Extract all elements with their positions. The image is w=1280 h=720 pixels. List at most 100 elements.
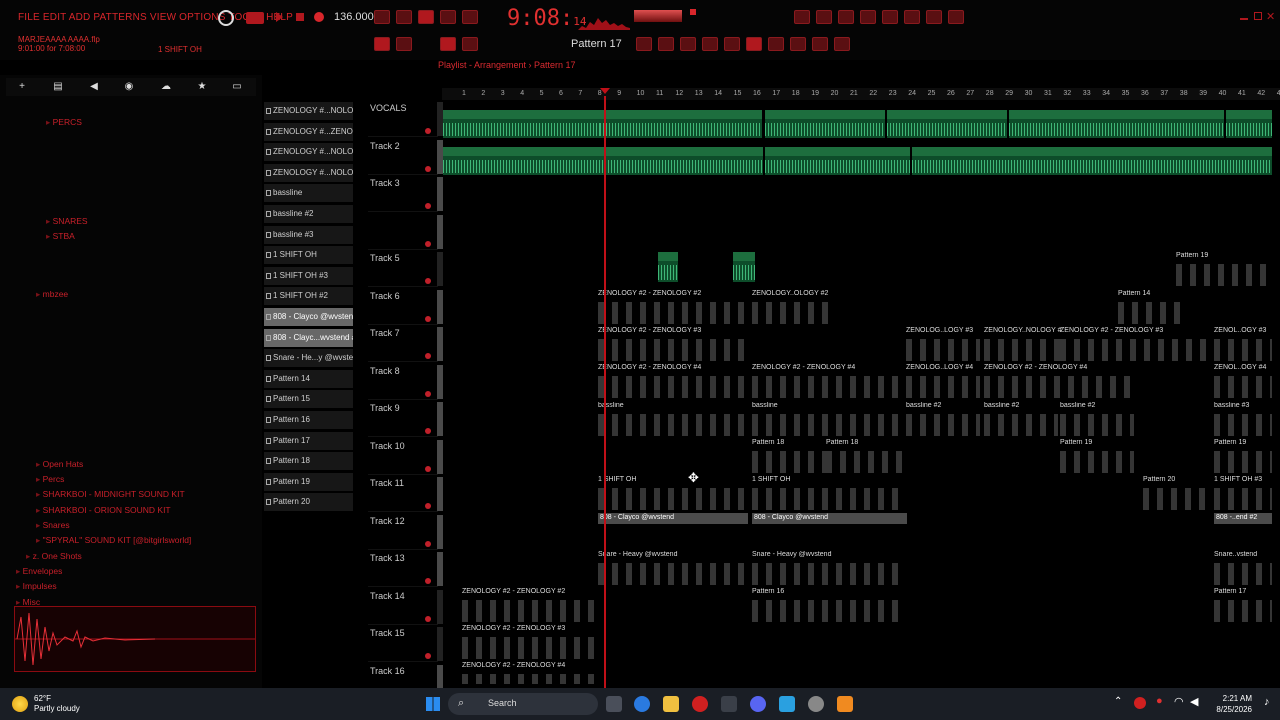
- pattern-list-item[interactable]: Pattern 20: [264, 493, 353, 512]
- playlist-clip[interactable]: Pattern 20: [1143, 476, 1213, 510]
- tools-button[interactable]: [948, 10, 964, 24]
- playlist-clip[interactable]: ZENOLOG..LOGY #3: [906, 327, 980, 361]
- plugin-picker-button[interactable]: [882, 10, 898, 24]
- pattern-list-item[interactable]: Pattern 16: [264, 411, 353, 429]
- playlist-clip[interactable]: ZENOL..OGY #4: [1214, 364, 1272, 398]
- view-button-8[interactable]: [834, 37, 850, 51]
- track-mute-led[interactable]: [425, 240, 431, 247]
- playlist-clip[interactable]: Pattern 14: [1118, 290, 1188, 324]
- track-scroll-bar[interactable]: [437, 439, 443, 474]
- tray-app-icon[interactable]: [1134, 697, 1146, 709]
- browser-folder-item[interactable]: ▸ Open Hats: [36, 459, 83, 472]
- piano-roll-button[interactable]: [838, 10, 854, 24]
- browser-folder-item[interactable]: ▸ Percs: [36, 474, 64, 487]
- pattern-list-item[interactable]: ZENOLOGY #...ZENOLOGY: [264, 122, 353, 141]
- browser-folder-item[interactable]: ▸ PERCS: [46, 117, 82, 130]
- playlist-clip[interactable]: [733, 252, 755, 282]
- playlist-clip[interactable]: Pattern 18: [826, 439, 904, 473]
- playlist-clip[interactable]: bassline #2: [984, 402, 1058, 436]
- playlist-clip[interactable]: 1 SHIFT OH: [598, 476, 748, 510]
- pattern-list-item[interactable]: 808 - Clayc...wvstend #2: [264, 328, 353, 347]
- browser-folder-item[interactable]: ▸ Envelopes: [16, 566, 62, 579]
- browser-folder-item[interactable]: ▸ SHARKBOI - MIDNIGHT SOUND KIT: [36, 489, 185, 502]
- view-button-2[interactable]: [702, 37, 718, 51]
- countdown-button[interactable]: [418, 10, 434, 24]
- track-mute-led[interactable]: [425, 203, 431, 209]
- playlist-clip[interactable]: ZENOLOGY #2 - ZENOLOGY #2: [462, 588, 600, 622]
- star-icon[interactable]: ★: [196, 82, 208, 92]
- track-scroll-bar[interactable]: [437, 177, 443, 211]
- app-icon[interactable]: [779, 696, 795, 712]
- minimize-icon[interactable]: [1240, 12, 1248, 20]
- cloud-icon[interactable]: ☁: [160, 82, 172, 92]
- store-icon[interactable]: [721, 696, 737, 712]
- playlist-clip[interactable]: bassline: [598, 402, 748, 436]
- track-header[interactable]: [368, 212, 438, 250]
- playlist-clip[interactable]: Pattern 16: [752, 588, 902, 622]
- touch-controller-button[interactable]: [926, 10, 942, 24]
- pattern-list-item[interactable]: Pattern 15: [264, 390, 353, 409]
- browser-folder-item[interactable]: ▸ "SPYRAL" SOUND KIT [@bitgirlsworld]: [36, 535, 191, 548]
- pattern-list-item[interactable]: ZENOLOGY #...NOLOGY #3: [264, 143, 353, 162]
- track-header[interactable]: Track 14: [368, 587, 438, 625]
- file-explorer-icon[interactable]: [663, 696, 679, 712]
- weather-widget[interactable]: 62°F Partly cloudy: [34, 694, 80, 714]
- playlist-clip[interactable]: bassline: [752, 402, 902, 436]
- playlist-clip[interactable]: Pattern 18: [752, 439, 826, 473]
- fl-studio-icon[interactable]: [837, 696, 853, 712]
- playlist-clip[interactable]: ZENOLOGY #2 - ZENOLOGY #4: [598, 364, 748, 398]
- playlist-clip[interactable]: bassline #3: [1214, 402, 1272, 436]
- folder-icon[interactable]: ▭: [231, 82, 243, 92]
- playlist-clip[interactable]: ZENOLOGY #2 - ZENOLOGY #4: [462, 662, 600, 684]
- playlist-clip[interactable]: ZENOLOGY #2 - ZENOLOGY #3: [1060, 327, 1210, 361]
- playlist-clip[interactable]: 808 - Clayco @wvstend: [752, 513, 907, 524]
- system-clock[interactable]: 2:21 AM 8/25/2026: [1208, 693, 1252, 715]
- playhead-handle-icon[interactable]: [600, 88, 610, 94]
- track-header[interactable]: Track 2: [368, 137, 438, 175]
- track-mute-led[interactable]: [425, 315, 431, 322]
- browser-folder-item[interactable]: ▸ SHARKBOI - ORION SOUND KIT: [36, 505, 171, 518]
- playlist-clip[interactable]: Pattern 19: [1176, 252, 1272, 286]
- playlist-clip[interactable]: Pattern 19: [1060, 439, 1134, 473]
- view-button-4[interactable]: [746, 37, 762, 51]
- playlist-clip[interactable]: plot twist libs ebmin: [443, 147, 763, 175]
- pattern-list-item[interactable]: bassline: [264, 184, 353, 203]
- playlist-clip[interactable]: bassline #2: [1060, 402, 1134, 436]
- record-icon[interactable]: [314, 12, 324, 22]
- tempo-display[interactable]: 136.000: [334, 11, 374, 23]
- playlist-clip[interactable]: ZENOL..OGY #3: [1214, 327, 1272, 361]
- blend-notes-button[interactable]: [462, 10, 478, 24]
- track-scroll-bar[interactable]: [437, 252, 443, 286]
- view-button-1[interactable]: [680, 37, 696, 51]
- track-scroll-bar[interactable]: [437, 514, 443, 549]
- pattern-list-item[interactable]: 1 SHIFT OH #2: [264, 287, 353, 306]
- browser-folder-item[interactable]: ▸ Snares: [36, 520, 70, 533]
- track-scroll-bar[interactable]: [437, 214, 443, 249]
- plus-icon[interactable]: +: [16, 82, 28, 92]
- playlist-clip[interactable]: Plot twist vocals for dk 136 bpm: [443, 110, 600, 138]
- track-header[interactable]: VOCALS: [368, 100, 438, 137]
- speaker-icon[interactable]: ◀: [88, 82, 100, 92]
- playlist-clip[interactable]: ZENOLOGY #2 - ZENOLOGY #3: [462, 625, 600, 659]
- playlist-clip[interactable]: Plot twist vocals for dk 136 bpm - Part_…: [1009, 110, 1224, 138]
- close-icon[interactable]: ✕: [1266, 10, 1275, 23]
- track-mute-led[interactable]: [425, 578, 431, 584]
- opera-icon[interactable]: [692, 696, 708, 712]
- pattern-list-item[interactable]: 808 - Clayco @wvstend: [264, 308, 353, 326]
- playlist-clip[interactable]: ZENOLOG..LOGY #4: [906, 364, 980, 398]
- playlist-clip[interactable]: Pattern 19: [1214, 439, 1272, 473]
- playlist-clip[interactable]: Snare..vstend: [1214, 551, 1272, 585]
- track-mute-led[interactable]: [425, 540, 431, 547]
- browser-button[interactable]: [860, 10, 876, 24]
- track-header[interactable]: Track 5: [368, 250, 438, 287]
- stop-icon[interactable]: [296, 13, 304, 21]
- playlist-button[interactable]: [374, 37, 390, 51]
- pattern-add-button[interactable]: [636, 37, 652, 51]
- track-mute-led[interactable]: [425, 465, 431, 472]
- playlist-clip[interactable]: [658, 252, 678, 282]
- pattern-list-item[interactable]: 1 SHIFT OH: [264, 246, 353, 265]
- track-header[interactable]: Track 8: [368, 362, 438, 400]
- pattern-list-item[interactable]: Pattern 14: [264, 369, 353, 388]
- step-edit-button[interactable]: [440, 10, 456, 24]
- steam-icon[interactable]: [808, 696, 824, 712]
